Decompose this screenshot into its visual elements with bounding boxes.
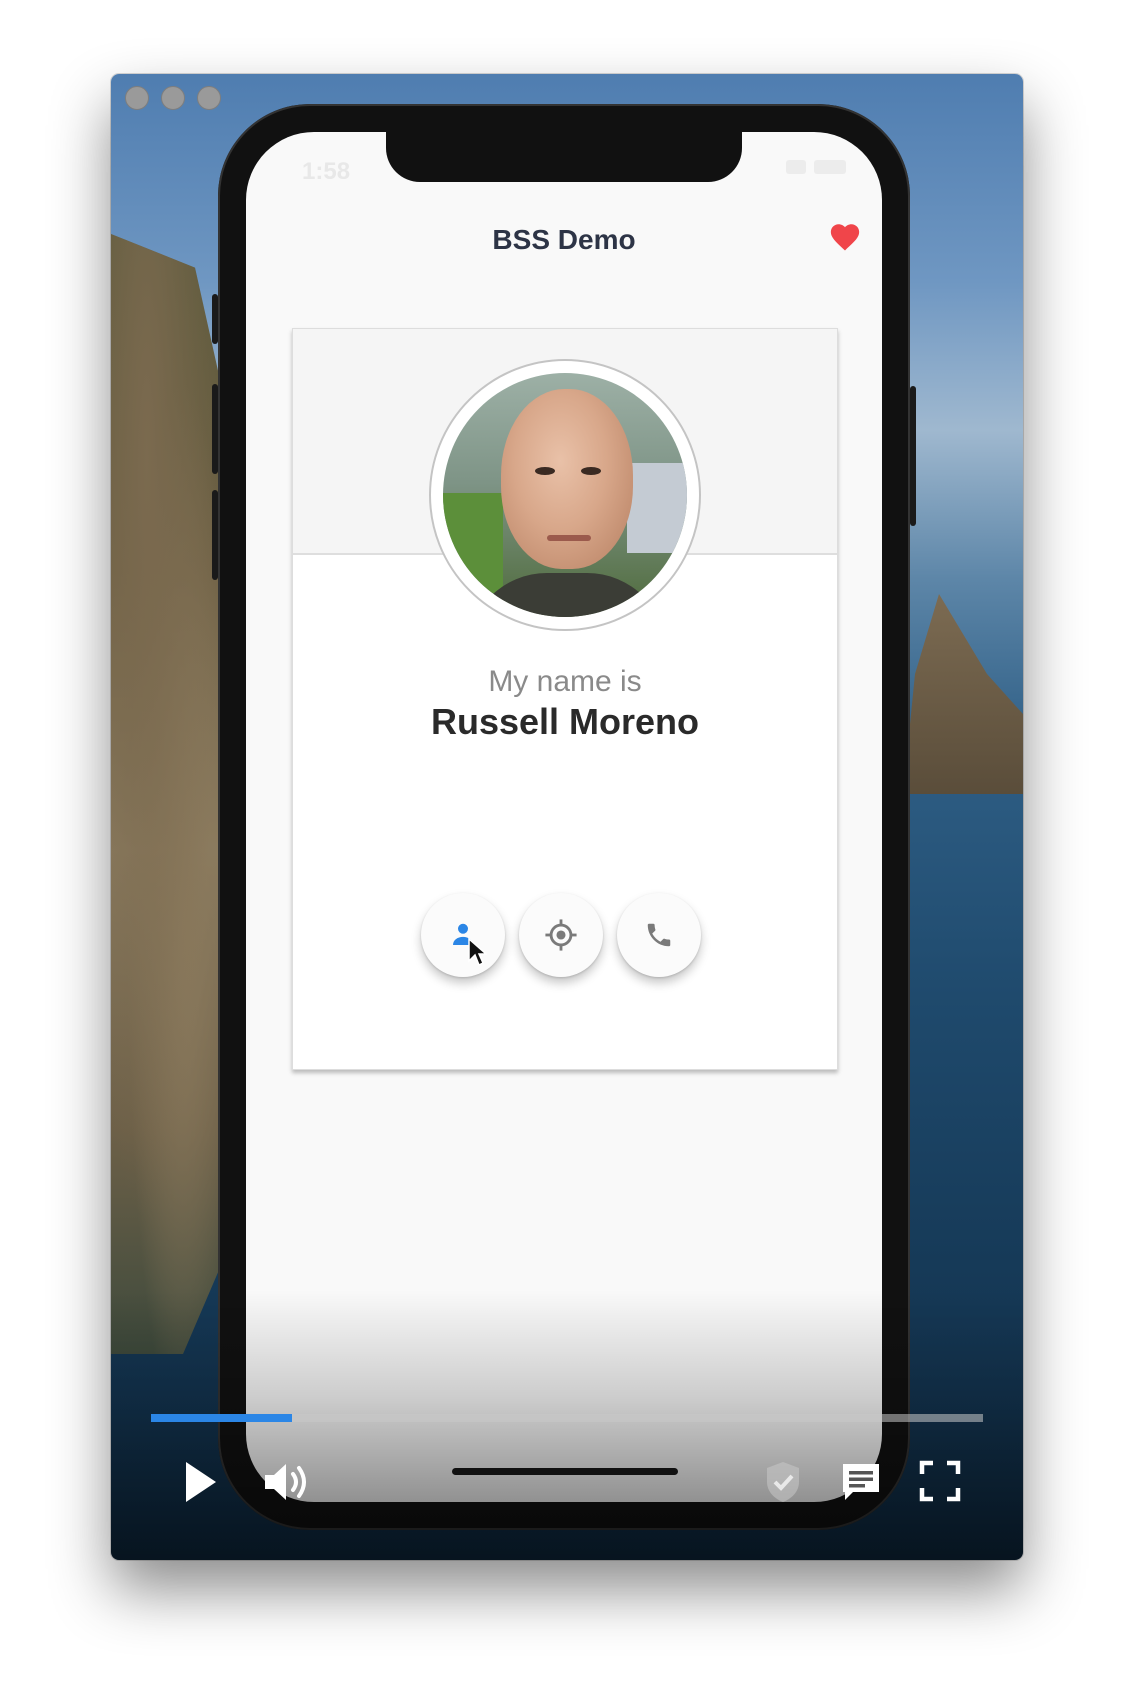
volume-down-button (212, 490, 218, 580)
avatar-mouth (547, 535, 591, 541)
avatar-background-grass (443, 493, 503, 593)
name-caption: My name is (488, 665, 642, 698)
location-button[interactable] (519, 893, 603, 977)
user-name: Russell Moreno (430, 701, 700, 742)
volume-up-button (212, 384, 218, 474)
volume-icon[interactable] (263, 1460, 311, 1504)
status-icons (786, 160, 846, 174)
minimize-window-button[interactable] (161, 86, 185, 110)
window-controls (125, 86, 221, 110)
avatar-eye-right (581, 467, 601, 475)
avatar-background-car (627, 463, 687, 553)
zoom-window-button[interactable] (197, 86, 221, 110)
video-progress-bar[interactable] (151, 1414, 983, 1422)
close-window-button[interactable] (125, 86, 149, 110)
avatar-face (501, 389, 633, 569)
heart-icon[interactable] (828, 220, 862, 254)
page-title: BSS Demo (492, 224, 636, 255)
video-player-window: 1:58 BSS Demo My name is Russell Moreno (111, 74, 1023, 1560)
background-rock (903, 594, 1023, 794)
play-icon[interactable] (183, 1460, 219, 1504)
player-controls-overlay (111, 1290, 1023, 1560)
profile-card: My name is Russell Moreno (292, 328, 838, 1070)
mute-switch (212, 294, 218, 344)
fullscreen-icon[interactable] (919, 1460, 961, 1502)
location-icon (545, 919, 577, 951)
shield-icon (767, 1462, 799, 1502)
power-button (910, 386, 916, 526)
phone-button[interactable] (617, 893, 701, 977)
phone-icon (647, 923, 671, 947)
nav-bar: BSS Demo (246, 192, 882, 288)
mouse-cursor-icon (468, 937, 487, 967)
avatar-frame (429, 359, 701, 631)
wifi-icon (786, 160, 806, 174)
battery-icon (814, 160, 846, 174)
avatar-eye-left (535, 467, 555, 475)
captions-icon[interactable] (839, 1460, 883, 1504)
person-button[interactable] (421, 893, 505, 977)
action-buttons (421, 893, 701, 977)
status-time: 1:58 (302, 158, 351, 185)
avatar (443, 373, 687, 617)
video-progress-fill (151, 1414, 293, 1422)
notch (386, 132, 742, 182)
